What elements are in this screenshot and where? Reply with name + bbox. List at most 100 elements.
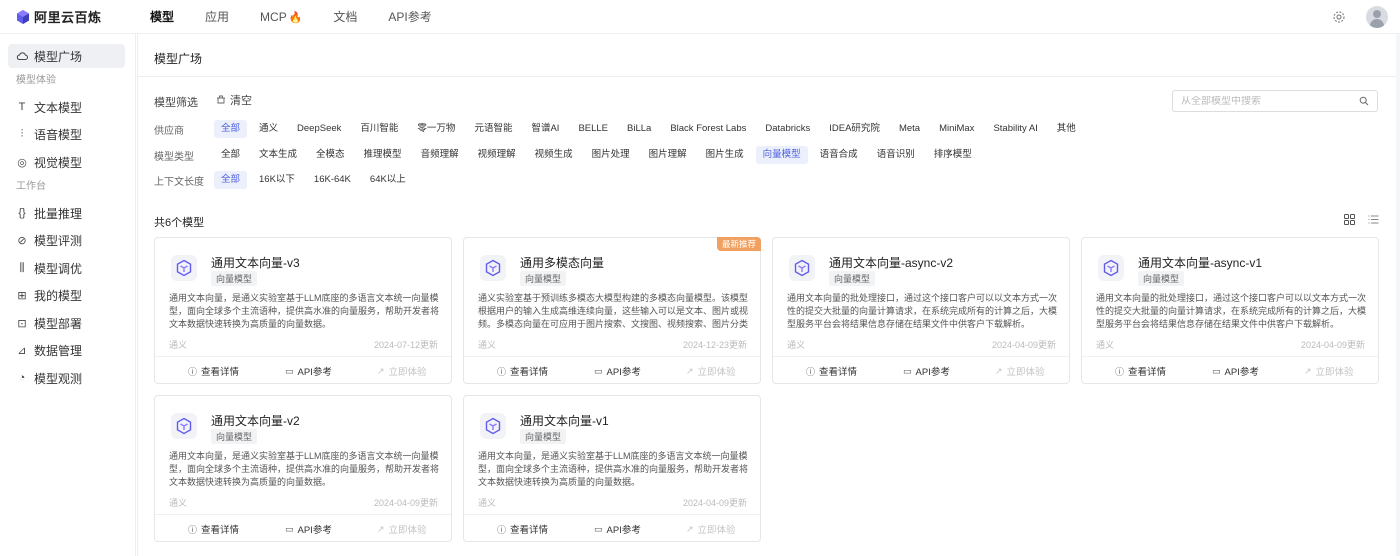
nav-item[interactable]: API参考 (388, 0, 431, 34)
nav-item-label: 文档 (333, 9, 358, 24)
gear-icon[interactable] (1332, 10, 1346, 24)
filter-option[interactable]: MiniMax (932, 120, 981, 138)
action-label: API参考 (1224, 367, 1259, 378)
filter-option[interactable]: Stability AI (986, 120, 1044, 138)
view-detail-button[interactable]: ⓘ 查看详情 (497, 522, 548, 537)
filter-option[interactable]: 64K以上 (363, 171, 413, 189)
list-view-icon[interactable] (1368, 214, 1379, 225)
filter-option[interactable]: 零一万物 (410, 120, 462, 138)
sidebar-item-text[interactable]: T 文本模型 (8, 95, 125, 119)
filter-option[interactable]: 语音识别 (870, 146, 922, 164)
filter-option[interactable]: 百川智能 (353, 120, 405, 138)
api-reference-button[interactable]: ▭ API参考 (594, 364, 641, 379)
sidebar-item-pie[interactable]: ◔ 模型观测 (8, 366, 125, 390)
filter-option[interactable]: Black Forest Labs (663, 120, 753, 138)
model-card[interactable]: 通用文本向量-v1 向量模型 通用文本向量，是通义实验室基于LLM底座的多语言文本统… (463, 395, 761, 542)
filter-option[interactable]: 16K-64K (307, 171, 358, 189)
filter-option[interactable]: 元语智能 (467, 120, 519, 138)
filter-option[interactable]: Databricks (758, 120, 817, 138)
filter-option[interactable]: 通义 (252, 120, 285, 138)
sidebar-item-chart[interactable]: ⊿ 数据管理 (8, 339, 125, 363)
model-search[interactable] (1172, 90, 1378, 112)
try-now-button[interactable]: ↗ 立即体验 (686, 522, 736, 537)
view-detail-button[interactable]: ⓘ 查看详情 (188, 364, 239, 379)
pie-icon: ◔ (18, 372, 26, 384)
sidebar-item-deploy[interactable]: ⊡ 模型部署 (8, 311, 125, 335)
clear-filters-button[interactable]: 清空 (216, 92, 252, 108)
action-label: 查看详情 (510, 367, 549, 378)
batch-icon: {} (18, 207, 26, 219)
try-now-button[interactable]: ↗ 立即体验 (1304, 364, 1354, 379)
nav-item[interactable]: 应用 (205, 0, 229, 34)
filter-option[interactable]: Meta (892, 120, 927, 138)
api-reference-button[interactable]: ▭ API参考 (903, 364, 950, 379)
sliders-icon: ⫼ (19, 261, 25, 274)
filter-option[interactable]: 全部 (214, 171, 248, 189)
view-detail-button[interactable]: ⓘ 查看详情 (1115, 364, 1166, 379)
nav-item[interactable]: MCP 🔥 (260, 0, 302, 34)
nav-item[interactable]: 模型 (150, 0, 174, 34)
filter-option[interactable]: DeepSeek (290, 120, 348, 138)
sidebar-item-sliders[interactable]: ⫼ 模型调优 (8, 256, 125, 280)
brand-name: 阿里云百炼 (34, 10, 102, 25)
sidebar-item-apps[interactable]: ⊞ 我的模型 (8, 284, 125, 308)
filter-option[interactable]: 音频理解 (414, 146, 466, 164)
sidebar-item-camera[interactable]: ◎ 视觉模型 (8, 150, 125, 174)
filter-option[interactable]: 全部 (214, 120, 248, 138)
filter-option[interactable]: 图片生成 (699, 146, 751, 164)
view-detail-button[interactable]: ⓘ 查看详情 (806, 364, 858, 379)
api-icon: ▭ (285, 523, 294, 534)
api-reference-button[interactable]: ▭ API参考 (285, 364, 332, 379)
nav-item[interactable]: 文档 (333, 0, 357, 34)
try-now-button[interactable]: ↗ 立即体验 (377, 522, 427, 537)
filter-option[interactable]: 视频生成 (528, 146, 580, 164)
sidebar-item-batch[interactable]: {} 批量推理 (8, 201, 125, 225)
filter-option[interactable]: 全部 (214, 146, 247, 164)
action-label: 查看详情 (819, 367, 858, 378)
try-now-button[interactable]: ↗ 立即体验 (686, 364, 736, 379)
filter-option[interactable]: 视频理解 (471, 146, 523, 164)
filter-option[interactable]: IDEA研究院 (822, 120, 887, 138)
filter-option[interactable]: 文本生成 (252, 146, 304, 164)
model-card[interactable]: 通用文本向量-v2 向量模型 通用文本向量，是通义实验室基于LLM底座的多语言文本统… (154, 395, 452, 542)
filter-option[interactable]: 图片理解 (642, 146, 694, 164)
info-icon: ⓘ (497, 366, 507, 377)
filter-label: 模型类型 (154, 151, 194, 163)
filter-option[interactable]: 向量模型 (755, 146, 808, 164)
api-reference-button[interactable]: ▭ API参考 (285, 522, 332, 537)
bailian-logo-icon (16, 9, 30, 24)
filter-option[interactable]: 语音合成 (813, 146, 865, 164)
try-now-button[interactable]: ↗ 立即体验 (377, 364, 427, 379)
grid-view-icon[interactable] (1344, 214, 1355, 225)
model-card[interactable]: 通用多模态向量 向量模型 通义实验室基于预训练多模态大模型构建的多模态向量模型。该模… (463, 237, 761, 384)
api-reference-button[interactable]: ▭ API参考 (594, 522, 641, 537)
view-detail-button[interactable]: ⓘ 查看详情 (188, 522, 239, 537)
search-input[interactable] (1181, 95, 1351, 107)
model-card[interactable]: 通用文本向量-async-v1 向量模型 通用文本向量的批处理接口，通过这个接口客户… (1081, 237, 1379, 384)
filter-option[interactable]: 推理模型 (357, 146, 409, 164)
filter-option[interactable]: 16K以下 (252, 171, 302, 189)
try-now-button[interactable]: ↗ 立即体验 (995, 364, 1045, 379)
filter-option[interactable]: 其他 (1050, 120, 1083, 138)
model-card[interactable]: 通用文本向量-v3 向量模型 通用文本向量，是通义实验室基于LLM底座的多语言文本统… (154, 237, 452, 384)
filter-option[interactable]: 图片处理 (585, 146, 637, 164)
search-icon[interactable] (1359, 96, 1369, 106)
apps-icon: ⊞ (17, 290, 27, 302)
model-card[interactable]: 通用文本向量-async-v2 向量模型 通用文本向量的批处理接口，通过这个接口客户… (772, 237, 1070, 384)
api-reference-button[interactable]: ▭ API参考 (1212, 364, 1259, 379)
model-name: 通用文本向量-async-v1 (1138, 256, 1263, 270)
sidebar-item-model-square[interactable]: 模型广场 (8, 44, 125, 68)
filter-option[interactable]: BELLE (571, 120, 615, 138)
model-count: 共6个模型 (154, 217, 205, 229)
filter-option[interactable]: 排序模型 (927, 146, 979, 164)
brand-logo[interactable]: 阿里云百炼 (16, 7, 150, 26)
sidebar-item-compass[interactable]: ⊘ 模型评测 (8, 229, 125, 253)
filter-option[interactable]: 智谱AI (524, 120, 566, 138)
filter-option[interactable]: BiLLa (620, 120, 658, 138)
user-avatar[interactable] (1366, 6, 1388, 28)
sidebar-item-waveform[interactable]: ⫶ 语音模型 (8, 123, 125, 147)
filter-option[interactable]: 全模态 (309, 146, 352, 164)
model-name: 通用多模态向量 (520, 256, 605, 270)
camera-icon: ◎ (17, 156, 27, 169)
view-detail-button[interactable]: ⓘ 查看详情 (497, 364, 549, 379)
